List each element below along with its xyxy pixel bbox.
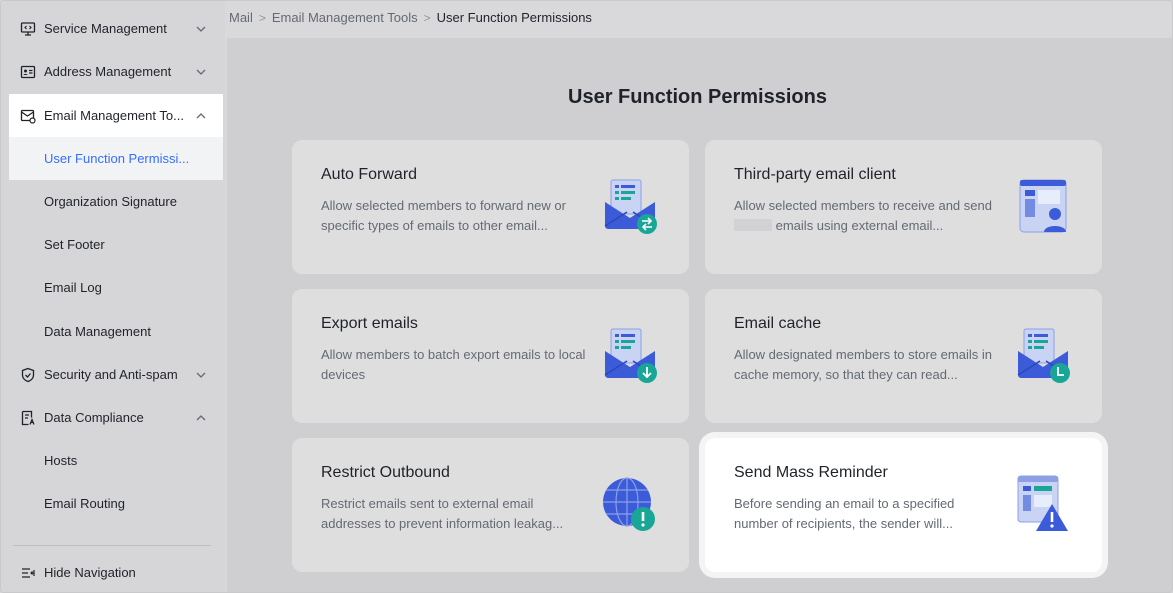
- sidebar-item-email-management-tools[interactable]: Email Management To...: [9, 94, 223, 137]
- card-description: Restrict emails sent to external email a…: [321, 496, 564, 531]
- card-title: Send Mass Reminder: [734, 464, 888, 481]
- card-description: Allow selected members to forward new or…: [321, 198, 566, 233]
- card-send-mass-reminder[interactable]: Send Mass Reminder Before sending an ema…: [705, 438, 1102, 572]
- chevron-up-icon[interactable]: [195, 412, 207, 424]
- sidebar-item-data-compliance[interactable]: Data Compliance: [9, 396, 223, 439]
- globe-alert-icon: [603, 477, 655, 531]
- sidebar-item-label: Email Log: [44, 280, 102, 295]
- sidebar-item-label: Data Management: [44, 324, 151, 339]
- sidebar-item-label: Email Management To...: [44, 108, 184, 123]
- breadcrumb-separator: >: [258, 10, 266, 25]
- sidebar-item-user-function-permissions[interactable]: User Function Permissi...: [9, 137, 223, 180]
- shield-check-icon: [21, 367, 35, 382]
- hide-navigation-button[interactable]: Hide Navigation: [9, 551, 223, 592]
- card-description-part: emails using external email...: [775, 218, 944, 233]
- sidebar-item-service-management[interactable]: Service Management: [9, 7, 223, 50]
- sidebar-item-set-footer[interactable]: Set Footer: [9, 223, 223, 266]
- sidebar-item-data-management[interactable]: Data Management: [9, 310, 223, 353]
- mail-settings-icon: [20, 109, 36, 124]
- sidebar-item-label: User Function Permissi...: [44, 151, 190, 166]
- contact-card-icon: [20, 65, 36, 78]
- chevron-down-icon[interactable]: [195, 369, 207, 381]
- card-auto-forward[interactable]: Auto Forward Allow selected members to f…: [292, 140, 689, 274]
- sidebar-item-label: Organization Signature: [44, 194, 177, 209]
- app-frame: Service Management Address Management Em…: [0, 0, 1173, 593]
- mail-clock-icon: [1017, 328, 1070, 383]
- sidebar-item-label: Set Footer: [44, 237, 105, 252]
- sidebar-item-label: Data Compliance: [44, 410, 144, 425]
- card-email-cache[interactable]: Email cache Allow designated members to …: [705, 289, 1102, 423]
- chevron-down-icon[interactable]: [195, 23, 207, 35]
- card-description: Allow selected members to receive and se…: [734, 196, 999, 236]
- sidebar-item-label: Service Management: [44, 21, 167, 36]
- page-title: User Function Permissions: [568, 86, 827, 108]
- chevron-up-icon[interactable]: [195, 110, 207, 122]
- window-warning-icon: [1017, 475, 1068, 531]
- client-user-icon: [1019, 179, 1067, 233]
- sidebar-item-label: Email Routing: [44, 496, 125, 511]
- card-description: Allow designated members to store emails…: [734, 347, 992, 382]
- breadcrumb-item-mail[interactable]: Mail: [229, 10, 253, 25]
- sidebar-item-hosts[interactable]: Hosts: [9, 439, 223, 482]
- code-monitor-icon: [20, 21, 36, 36]
- sidebar-divider: [13, 545, 211, 546]
- sidebar-item-email-routing[interactable]: Email Routing: [9, 482, 223, 525]
- card-title: Email cache: [734, 315, 822, 332]
- card-title: Export emails: [321, 315, 418, 332]
- card-description-part: Allow selected members to receive and se…: [734, 198, 992, 213]
- chevron-down-icon[interactable]: [195, 66, 207, 78]
- sidebar-item-email-log[interactable]: Email Log: [9, 266, 223, 309]
- card-third-party-email-client[interactable]: Third-party email client Allow selected …: [705, 140, 1102, 274]
- card-description: Before sending an email to a specified n…: [734, 496, 955, 531]
- sidebar-item-organization-signature[interactable]: Organization Signature: [9, 180, 223, 223]
- card-title: Auto Forward: [321, 166, 418, 183]
- breadcrumb: Mail > Email Management Tools > User Fun…: [229, 10, 592, 25]
- sidebar-item-label: Address Management: [44, 64, 172, 79]
- mail-download-icon: [604, 328, 657, 383]
- sidebar-item-address-management[interactable]: Address Management: [9, 50, 223, 93]
- breadcrumb-item-email-management-tools[interactable]: Email Management Tools: [272, 10, 418, 25]
- card-title: Third-party email client: [734, 166, 896, 183]
- sidebar-item-label: Hosts: [44, 453, 78, 468]
- compliance-doc-icon: [21, 410, 35, 425]
- redacted-text: [734, 219, 772, 231]
- card-title: Restrict Outbound: [321, 464, 450, 481]
- card-description: Allow members to batch export emails to …: [321, 347, 586, 382]
- hide-navigation-label: Hide Navigation: [44, 565, 136, 580]
- breadcrumb-item-current: User Function Permissions: [436, 10, 592, 25]
- mail-forward-icon: [604, 179, 657, 234]
- collapse-nav-icon: [22, 567, 35, 578]
- card-export-emails[interactable]: Export emails Allow members to batch exp…: [292, 289, 689, 423]
- sidebar-item-security-anti-spam[interactable]: Security and Anti-spam: [9, 353, 223, 396]
- card-restrict-outbound[interactable]: Restrict Outbound Restrict emails sent t…: [292, 438, 689, 572]
- breadcrumb-separator: >: [423, 10, 431, 25]
- sidebar-item-label: Security and Anti-spam: [44, 367, 178, 382]
- sidebar: Service Management Address Management Em…: [1, 1, 225, 592]
